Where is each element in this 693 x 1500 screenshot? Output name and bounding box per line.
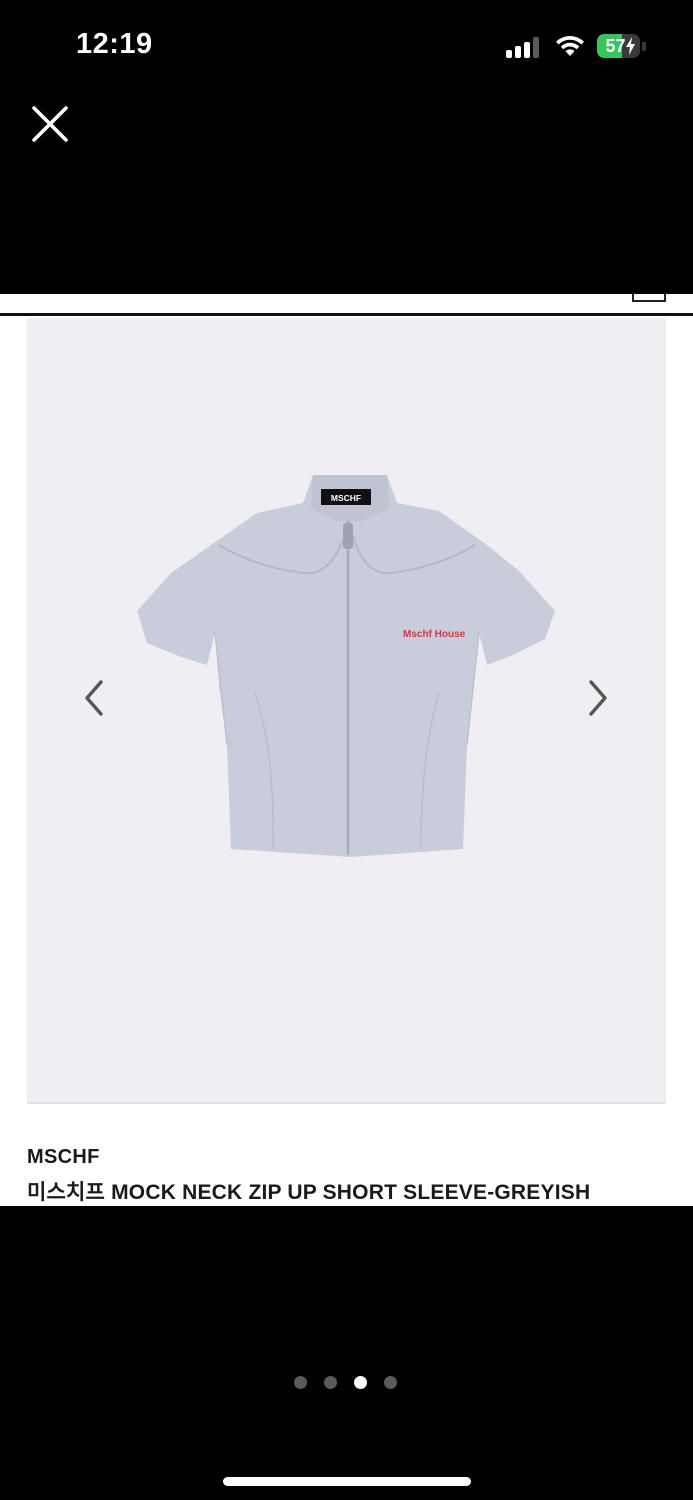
site-header (0, 294, 693, 314)
close-icon[interactable] (28, 102, 72, 146)
product-page: MSCHF Mschf House MSCHF 미스치프 MOCK NECK Z… (0, 294, 693, 1206)
page-dot-2[interactable] (324, 1376, 337, 1389)
page-indicator (294, 1376, 397, 1389)
battery-cap (642, 42, 646, 51)
image-divider (27, 1102, 666, 1104)
battery-icon: 57 (597, 34, 640, 58)
page-dot-4[interactable] (384, 1376, 397, 1389)
shirt-image: MSCHF Mschf House (137, 475, 555, 857)
cart-icon[interactable] (632, 294, 666, 302)
page-dot-1[interactable] (294, 1376, 307, 1389)
page-dot-3[interactable] (354, 1376, 367, 1389)
site-logo (240, 294, 450, 298)
status-bar: 12:19 57 (0, 0, 693, 92)
charging-bolt-icon (626, 37, 635, 55)
cellular-signal-icon (506, 36, 542, 58)
wifi-icon (556, 36, 584, 56)
product-image[interactable]: MSCHF Mschf House (27, 318, 666, 1104)
chest-print: Mschf House (403, 629, 466, 640)
chevron-left-icon[interactable] (79, 678, 109, 718)
status-time: 12:19 (76, 28, 153, 60)
neck-label-text: MSCHF (331, 493, 361, 503)
chevron-right-icon[interactable] (583, 678, 613, 718)
home-indicator[interactable] (223, 1477, 471, 1486)
brand-name[interactable]: MSCHF (27, 1146, 100, 1169)
product-title: 미스치프 MOCK NECK ZIP UP SHORT SLEEVE-GREYI… (27, 1181, 591, 1204)
header-divider (0, 313, 693, 316)
